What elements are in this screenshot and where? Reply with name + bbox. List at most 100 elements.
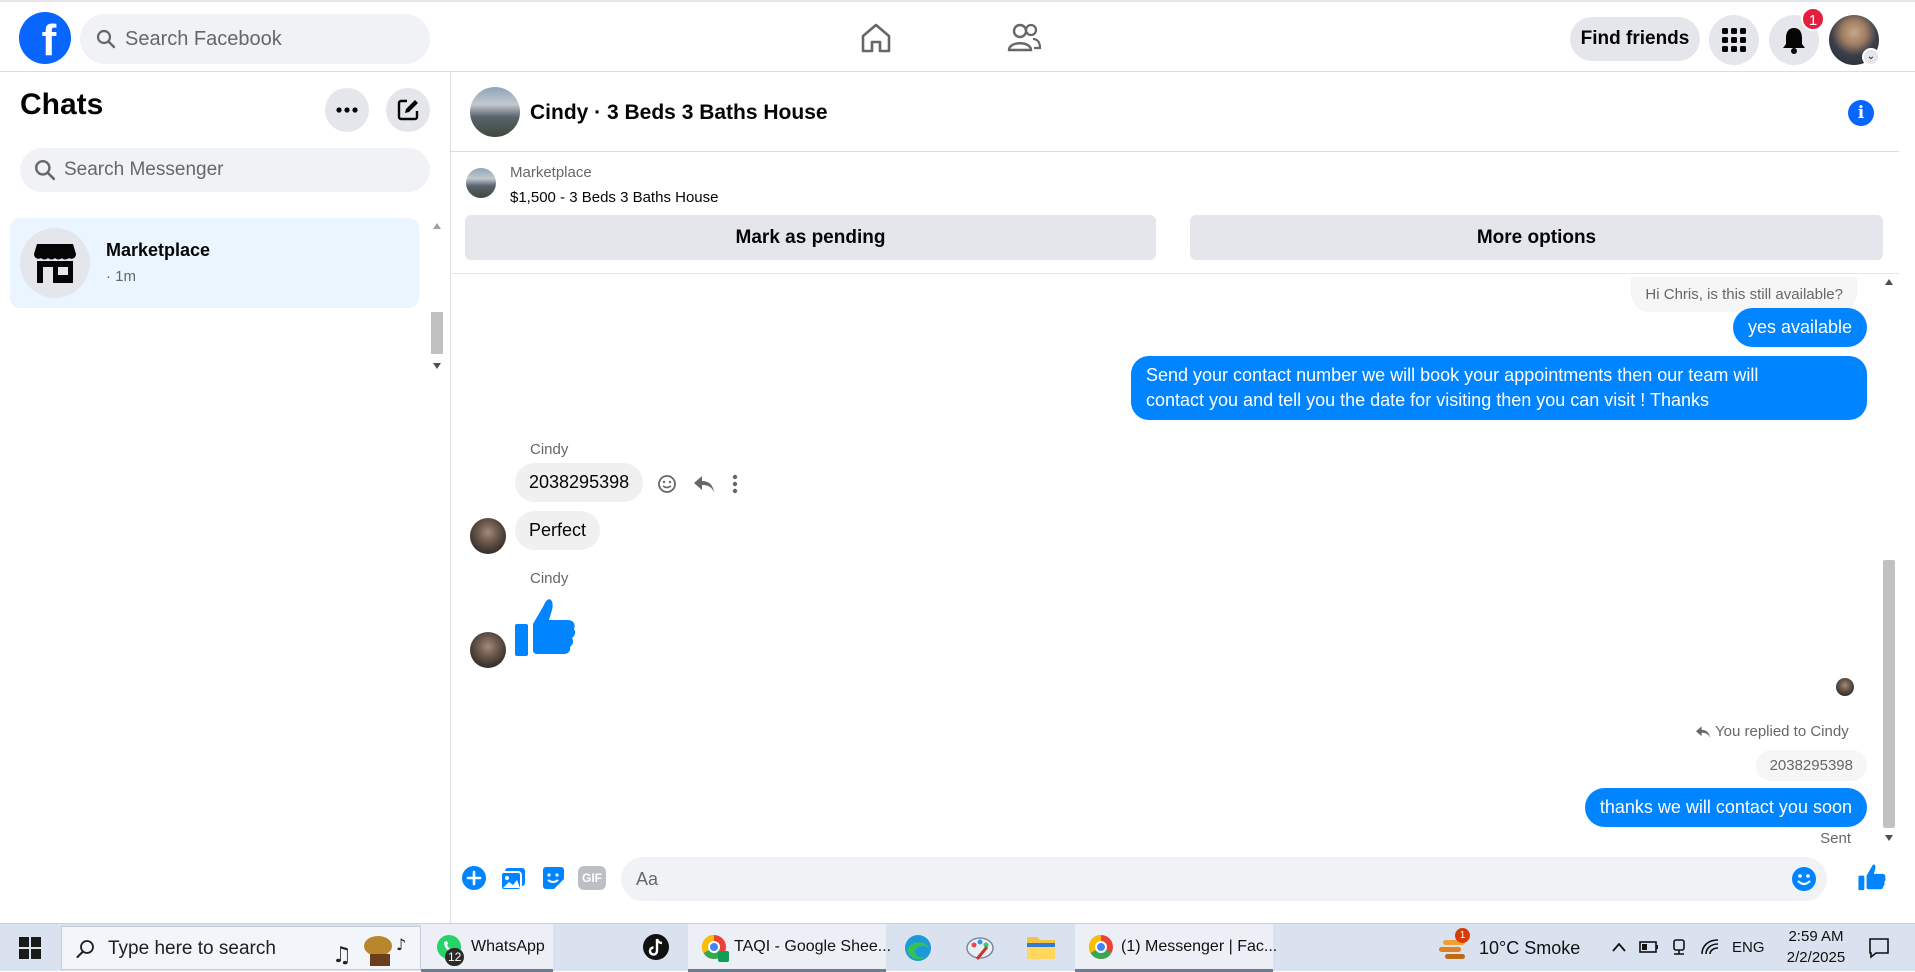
messenger-search-placeholder: Search Messenger bbox=[64, 159, 224, 180]
conversation-panel: Cindy · 3 Beds 3 Baths House i Marketpla… bbox=[451, 72, 1915, 923]
scroll-up-arrow-icon bbox=[433, 223, 441, 229]
chat-list-item[interactable]: Marketplace · 1m bbox=[10, 218, 419, 308]
chrome-icon bbox=[1088, 935, 1113, 960]
gramophone-icon: ♫ ♪ bbox=[332, 935, 406, 968]
incoming-message[interactable]: Perfect bbox=[515, 511, 601, 550]
listing-title[interactable]: $1,500 - 3 Beds 3 Baths House bbox=[510, 189, 718, 206]
more-horizontal-icon bbox=[336, 107, 358, 113]
taskbar-whatsapp[interactable]: 12 WhatsApp bbox=[421, 924, 553, 972]
facebook-search-input[interactable]: Search Facebook bbox=[80, 14, 430, 64]
outgoing-message[interactable]: thanks we will contact you soon bbox=[1584, 788, 1867, 827]
quoted-reply: 2038295398 bbox=[1755, 750, 1867, 781]
reply-icon[interactable] bbox=[693, 474, 715, 494]
message-composer: GIF Aa bbox=[451, 850, 1915, 923]
notification-center-icon[interactable] bbox=[1868, 937, 1890, 959]
taskbar-label: TAQI - Google Shee... bbox=[734, 938, 892, 955]
chat-time: · 1m bbox=[106, 268, 136, 285]
taskbar-edge[interactable] bbox=[893, 924, 943, 972]
message-input[interactable]: Aa bbox=[621, 857, 1827, 901]
facebook-logo-letter: f bbox=[41, 16, 57, 64]
plus-icon[interactable] bbox=[460, 864, 488, 892]
new-message-button[interactable] bbox=[386, 88, 430, 132]
wifi-icon[interactable] bbox=[1700, 938, 1720, 956]
chat-name: Marketplace bbox=[106, 240, 211, 260]
conversation-header: Cindy · 3 Beds 3 Baths House i bbox=[451, 72, 1899, 152]
windows-start-icon[interactable] bbox=[19, 937, 41, 959]
taskbar-tiktok[interactable] bbox=[630, 924, 680, 972]
message-status: Sent bbox=[1820, 830, 1851, 847]
replied-to-label: You replied to Cindy bbox=[1715, 723, 1849, 740]
more-vertical-icon[interactable] bbox=[732, 474, 738, 494]
listing-avatar[interactable] bbox=[470, 87, 520, 137]
taskbar-google-sheets[interactable]: TAQI - Google Shee... bbox=[688, 924, 891, 972]
grid-menu-icon bbox=[1722, 28, 1746, 52]
taskbar-search-input[interactable]: Type here to search ♫ ♪ bbox=[61, 926, 421, 970]
chrome-icon bbox=[701, 935, 729, 962]
message-input-placeholder: Aa bbox=[636, 869, 659, 889]
search-icon bbox=[96, 29, 116, 49]
react-emoji-icon[interactable] bbox=[657, 474, 677, 494]
emoji-icon[interactable] bbox=[1791, 866, 1817, 892]
clock-time[interactable]: 2:59 AM bbox=[1781, 928, 1851, 945]
info-icon[interactable]: i bbox=[1848, 100, 1874, 126]
scroll-down-arrow-icon bbox=[433, 363, 441, 369]
weather-text[interactable]: 10°C Smoke bbox=[1479, 938, 1580, 959]
weather-badge: 1 bbox=[1455, 928, 1470, 943]
chevron-down-icon[interactable]: ⌄ bbox=[1862, 48, 1880, 66]
windows-taskbar: Type here to search ♫ ♪ 12 WhatsApp TAQI … bbox=[0, 923, 1915, 972]
paint-icon bbox=[966, 937, 994, 960]
outgoing-message[interactable]: yes available bbox=[1732, 308, 1867, 347]
thumbs-up-icon[interactable] bbox=[1857, 863, 1887, 891]
conversation-scrollbar[interactable] bbox=[1879, 272, 1899, 850]
chevron-up-icon[interactable] bbox=[1611, 941, 1627, 953]
sidebar-scroll-thumb[interactable] bbox=[431, 312, 443, 354]
clock-date[interactable]: 2/2/2025 bbox=[1781, 949, 1851, 966]
cindy-avatar[interactable] bbox=[470, 518, 506, 554]
menu-button[interactable] bbox=[1709, 15, 1759, 65]
outgoing-message[interactable]: Send your contact number we will book yo… bbox=[1131, 356, 1867, 420]
folder-icon bbox=[1027, 937, 1055, 959]
sender-name: Cindy bbox=[530, 441, 569, 458]
facebook-logo[interactable]: f bbox=[19, 12, 71, 64]
whatsapp-badge: 12 bbox=[445, 948, 465, 966]
taskbar-paint[interactable] bbox=[955, 924, 1005, 972]
taskbar-messenger[interactable]: (1) Messenger | Fac... bbox=[1075, 924, 1277, 972]
conversation-title[interactable]: Cindy · 3 Beds 3 Baths House bbox=[530, 101, 828, 125]
reply-indicator-icon bbox=[1696, 726, 1710, 738]
mark-as-pending-button[interactable]: Mark as pending bbox=[465, 215, 1156, 260]
cindy-avatar[interactable] bbox=[470, 632, 506, 668]
taskbar-file-explorer[interactable] bbox=[1016, 924, 1066, 972]
gif-button[interactable]: GIF bbox=[578, 866, 606, 890]
taskbar-search-placeholder: Type here to search bbox=[108, 938, 276, 959]
quoted-message: Hi Chris, is this still available? bbox=[1631, 277, 1857, 312]
home-icon[interactable] bbox=[858, 20, 894, 56]
message-line: contact you and tell you the date for vi… bbox=[1146, 390, 1709, 410]
friends-icon[interactable] bbox=[1006, 20, 1042, 56]
edge-icon bbox=[905, 935, 931, 961]
thumbs-up-sticker-icon[interactable] bbox=[513, 596, 577, 658]
tiktok-icon bbox=[643, 934, 669, 960]
find-friends-button[interactable]: Find friends bbox=[1570, 17, 1700, 61]
search-icon bbox=[34, 159, 56, 181]
conversation-scroll-thumb[interactable] bbox=[1883, 560, 1895, 828]
camera-icon[interactable] bbox=[1671, 938, 1689, 956]
compose-icon bbox=[397, 99, 419, 121]
battery-icon[interactable] bbox=[1639, 939, 1659, 955]
svg-text:♪: ♪ bbox=[396, 935, 406, 954]
marketplace-store-icon bbox=[34, 244, 76, 283]
chats-title: Chats bbox=[20, 88, 104, 121]
sidebar-scrollbar[interactable] bbox=[428, 220, 446, 369]
marketplace-label: Marketplace bbox=[510, 164, 592, 181]
incoming-message[interactable]: 2038295398 bbox=[515, 463, 644, 502]
sticker-icon[interactable] bbox=[539, 864, 567, 892]
language-indicator[interactable]: ENG bbox=[1732, 939, 1765, 956]
taskbar-label: (1) Messenger | Fac... bbox=[1121, 938, 1278, 955]
seen-avatar bbox=[1836, 678, 1854, 696]
more-options-button[interactable]: More options bbox=[1190, 215, 1883, 260]
chats-options-button[interactable] bbox=[325, 88, 369, 132]
photo-icon[interactable] bbox=[499, 864, 527, 892]
messenger-search-input[interactable]: Search Messenger bbox=[20, 148, 430, 192]
message-line: Send your contact number we will book yo… bbox=[1146, 365, 1759, 385]
divider bbox=[451, 273, 1899, 274]
gif-label: GIF bbox=[582, 871, 602, 885]
